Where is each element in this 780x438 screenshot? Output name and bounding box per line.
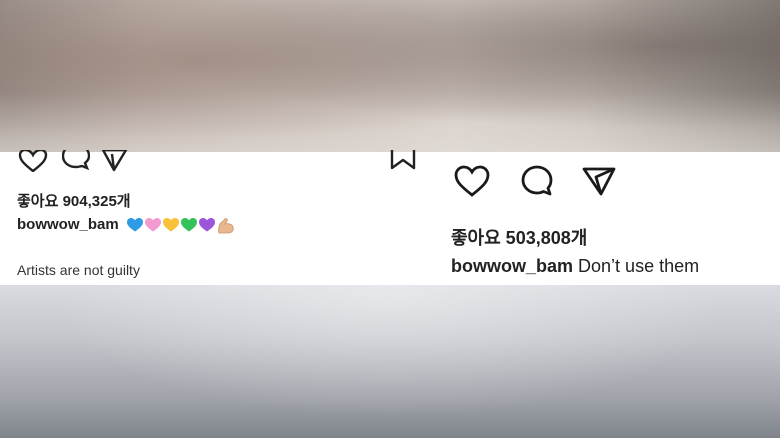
- post-left-action-bar: [18, 142, 128, 177]
- save-bookmark-icon[interactable]: [390, 150, 416, 175]
- likes-count: 좋아요 503,808개: [451, 228, 588, 248]
- share-paper-plane-icon[interactable]: [582, 166, 616, 201]
- like-heart-icon[interactable]: [18, 148, 48, 177]
- comment-bubble-icon[interactable]: [520, 164, 554, 203]
- post-right: 좋아요 503,808개 bowwow_bam Don’t use them: [440, 152, 780, 285]
- blurred-background-top: [0, 0, 780, 152]
- comment-bubble-icon[interactable]: [61, 142, 91, 177]
- screenshot-band: 좋아요 904,325개 bowwow_bam Artists are not …: [0, 142, 780, 285]
- post-left: 좋아요 904,325개 bowwow_bam Artists are not …: [0, 142, 430, 285]
- caption-emojis: [126, 218, 234, 234]
- caption-text: Don’t use them: [578, 256, 700, 276]
- post-caption: bowwow_bam Don’t use them: [451, 256, 699, 277]
- blue-heart-icon: [126, 218, 143, 232]
- green-heart-icon: [180, 218, 197, 232]
- share-paper-plane-icon[interactable]: [101, 148, 128, 177]
- post-right-action-bar: [454, 164, 616, 203]
- pink-heart-icon: [144, 218, 161, 232]
- likes-count: 좋아요 904,325개: [17, 193, 131, 210]
- blurred-background-bottom: [0, 285, 780, 438]
- post-username[interactable]: bowwow_bam: [17, 216, 119, 233]
- comment-text: Artists are not guilty: [17, 262, 140, 278]
- post-username[interactable]: bowwow_bam: [451, 256, 573, 276]
- post-caption: bowwow_bam: [17, 216, 234, 234]
- like-heart-icon[interactable]: [454, 165, 490, 202]
- purple-heart-icon: [198, 218, 215, 232]
- flexed-biceps-icon: [217, 218, 234, 234]
- yellow-heart-icon: [162, 218, 179, 232]
